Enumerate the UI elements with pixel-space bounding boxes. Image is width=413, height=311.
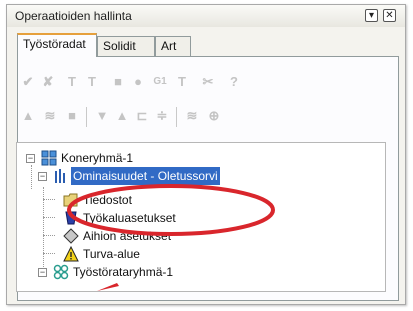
insert-after-icon[interactable]: ⊏ xyxy=(134,108,150,124)
regenerate-icon[interactable]: T xyxy=(64,74,80,90)
warning-icon xyxy=(63,246,79,262)
post-icon[interactable]: G1 xyxy=(152,74,168,90)
backplot-icon[interactable]: ■ xyxy=(110,74,126,90)
red-arrow-marker xyxy=(97,283,119,291)
title-bar: Operaatioiden hallinta ▾ ✕ xyxy=(7,5,405,27)
highlight-ellipse xyxy=(67,184,275,236)
move-down-icon[interactable]: ▼ xyxy=(94,108,110,124)
select-all-icon[interactable]: ✔ xyxy=(20,74,36,90)
tree-node-label: Turva-alue xyxy=(83,247,140,261)
toolbar-row-2: ▲ ≋ ■ ▼ ▲ ⊏ ≑ ≋ ⊕ xyxy=(14,106,394,128)
tree-node-label: Työstörataryhmä-1 xyxy=(73,265,174,279)
tree-connector xyxy=(43,253,55,254)
lock-icon[interactable]: ▲ xyxy=(20,108,36,124)
tree-connector xyxy=(43,235,55,236)
toolbar-separator xyxy=(176,107,177,127)
tree-connector xyxy=(31,165,32,189)
window-title: Operaatioiden hallinta xyxy=(15,9,132,23)
tab-art[interactable]: Art xyxy=(155,36,191,56)
toolpath-group-icon xyxy=(53,264,69,280)
select-dirty-icon[interactable]: ✘ xyxy=(40,74,56,90)
help-icon[interactable]: ? xyxy=(226,74,242,90)
tree-connector xyxy=(43,217,55,218)
move-up-icon[interactable]: ▲ xyxy=(114,108,130,124)
scroll-to-insert-icon[interactable]: ≑ xyxy=(154,108,170,124)
collapse-toggle[interactable]: − xyxy=(26,154,35,163)
toggle-display-icon[interactable]: ≋ xyxy=(42,108,58,124)
show-geometry-icon[interactable]: ⊕ xyxy=(206,108,222,124)
toolbar-row-1: ✔ ✘ T T ■ ● G1 T ✂ ? xyxy=(14,72,394,94)
collapse-toggle[interactable]: − xyxy=(38,268,47,277)
dropdown-button[interactable]: ▾ xyxy=(365,9,378,22)
high-speed-icon[interactable]: T xyxy=(174,74,190,90)
machine-group-icon xyxy=(41,150,57,166)
regenerate-dirty-icon[interactable]: T xyxy=(84,74,100,90)
verify-icon[interactable]: ● xyxy=(130,74,146,90)
delete-icon[interactable]: ✂ xyxy=(200,74,216,90)
show-only-selected-icon[interactable]: ≋ xyxy=(184,108,200,124)
toolbar-separator xyxy=(86,107,87,127)
close-button[interactable]: ✕ xyxy=(383,9,396,22)
tree-connector xyxy=(43,199,55,200)
tree-node-label: Koneryhmä-1 xyxy=(61,151,134,165)
collapse-toggle[interactable]: − xyxy=(38,172,47,181)
tab-toolpaths[interactable]: Työstöradat xyxy=(17,33,97,57)
posting-icon[interactable]: ■ xyxy=(64,108,80,124)
tab-solids[interactable]: Solidit xyxy=(97,36,155,56)
